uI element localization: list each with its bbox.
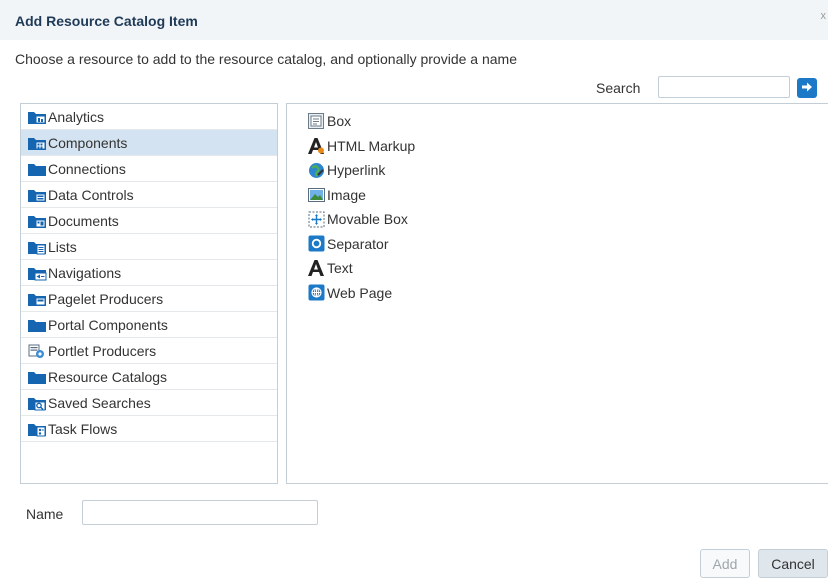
html-markup-icon bbox=[307, 137, 325, 155]
category-item-documents[interactable]: Documents bbox=[21, 208, 277, 234]
folder-data-controls-icon bbox=[27, 187, 47, 203]
resource-label: Web Page bbox=[327, 284, 393, 301]
close-icon[interactable]: x bbox=[821, 10, 827, 22]
folder-analytics-icon bbox=[27, 109, 47, 125]
resource-list: Box HTML Markup Hyperlink Image Movable … bbox=[307, 109, 415, 305]
folder-lists-icon bbox=[27, 239, 47, 255]
resource-item-separator[interactable]: Separator bbox=[307, 232, 415, 257]
folder-icon bbox=[27, 369, 47, 385]
arrow-right-icon bbox=[801, 80, 813, 96]
category-item-pagelet-producers[interactable]: Pagelet Producers bbox=[21, 286, 277, 312]
web-page-icon bbox=[307, 284, 325, 302]
folder-icon bbox=[27, 161, 47, 177]
category-item-connections[interactable]: Connections bbox=[21, 156, 277, 182]
folder-task-flows-icon bbox=[27, 421, 47, 437]
resource-item-image[interactable]: Image bbox=[307, 183, 415, 208]
category-label: Saved Searches bbox=[48, 394, 151, 411]
category-item-resource-catalogs[interactable]: Resource Catalogs bbox=[21, 364, 277, 390]
category-label: Data Controls bbox=[48, 186, 134, 203]
movable-box-icon bbox=[307, 210, 325, 228]
category-item-saved-searches[interactable]: Saved Searches bbox=[21, 390, 277, 416]
resource-item-html-markup[interactable]: HTML Markup bbox=[307, 134, 415, 159]
folder-pagelet-icon bbox=[27, 291, 47, 307]
dialog-titlebar: Add Resource Catalog Item x bbox=[0, 0, 828, 40]
category-item-components[interactable]: Components bbox=[21, 130, 277, 156]
category-label: Resource Catalogs bbox=[48, 368, 168, 385]
resource-label: Box bbox=[327, 113, 352, 130]
category-label: Task Flows bbox=[48, 420, 118, 437]
category-label: Navigations bbox=[48, 264, 122, 281]
category-label: Portlet Producers bbox=[48, 342, 157, 359]
resource-item-movable-box[interactable]: Movable Box bbox=[307, 207, 415, 232]
resource-item-hyperlink[interactable]: Hyperlink bbox=[307, 158, 415, 183]
resource-label: Image bbox=[327, 186, 366, 203]
category-list: Analytics Components Connections Data Co… bbox=[20, 103, 278, 484]
resource-label: HTML Markup bbox=[327, 137, 416, 154]
category-label: Portal Components bbox=[48, 316, 168, 333]
category-label: Pagelet Producers bbox=[48, 290, 164, 307]
resource-label: Separator bbox=[327, 235, 389, 252]
folder-navigations-icon bbox=[27, 265, 47, 281]
category-label: Analytics bbox=[48, 108, 105, 125]
hyperlink-globe-icon bbox=[307, 161, 325, 179]
folder-icon bbox=[27, 317, 47, 333]
resource-item-box[interactable]: Box bbox=[307, 109, 415, 134]
category-item-navigations[interactable]: Navigations bbox=[21, 260, 277, 286]
resource-label: Movable Box bbox=[327, 211, 408, 228]
resource-label: Text bbox=[327, 260, 353, 277]
search-go-button[interactable] bbox=[797, 78, 817, 98]
instructions-text: Choose a resource to add to the resource… bbox=[15, 51, 517, 67]
resource-item-web-page[interactable]: Web Page bbox=[307, 281, 415, 306]
category-item-portlet-producers[interactable]: Portlet Producers bbox=[21, 338, 277, 364]
portlet-producer-icon bbox=[27, 343, 47, 359]
category-label: Components bbox=[48, 134, 128, 151]
name-label: Name bbox=[26, 506, 64, 522]
category-label: Documents bbox=[48, 212, 119, 229]
category-label: Lists bbox=[48, 238, 77, 255]
add-resource-catalog-item-dialog: Add Resource Catalog Item x Choose a res… bbox=[0, 0, 828, 578]
category-item-lists[interactable]: Lists bbox=[21, 234, 277, 260]
add-button[interactable]: Add bbox=[700, 549, 750, 578]
search-label: Search bbox=[596, 80, 641, 96]
resource-list-panel: Box HTML Markup Hyperlink Image Movable … bbox=[286, 103, 828, 484]
name-input[interactable] bbox=[82, 500, 318, 525]
category-item-task-flows[interactable]: Task Flows bbox=[21, 416, 277, 442]
category-label: Connections bbox=[48, 160, 126, 177]
folder-saved-searches-icon bbox=[27, 395, 47, 411]
resource-item-text[interactable]: Text bbox=[307, 256, 415, 281]
category-item-portal-components[interactable]: Portal Components bbox=[21, 312, 277, 338]
category-item-analytics[interactable]: Analytics bbox=[21, 104, 277, 130]
cancel-button[interactable]: Cancel bbox=[758, 549, 828, 578]
folder-components-icon bbox=[27, 135, 47, 151]
folder-documents-icon bbox=[27, 213, 47, 229]
box-icon bbox=[307, 112, 325, 130]
text-icon bbox=[307, 259, 325, 277]
image-icon bbox=[307, 186, 325, 204]
resource-label: Hyperlink bbox=[327, 162, 386, 179]
search-input[interactable] bbox=[658, 76, 790, 98]
dialog-title: Add Resource Catalog Item bbox=[15, 13, 198, 29]
separator-icon bbox=[307, 235, 325, 253]
category-item-data-controls[interactable]: Data Controls bbox=[21, 182, 277, 208]
